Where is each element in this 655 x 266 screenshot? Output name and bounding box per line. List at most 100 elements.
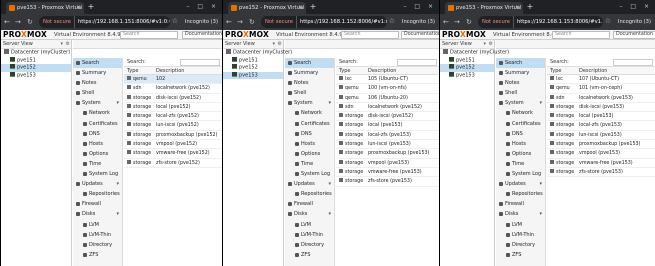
reload-icon[interactable]: ↻: [466, 18, 472, 26]
browser-tab[interactable]: pve152 - Proxmox Virtual Enviro×: [228, 2, 306, 14]
menu-item-repositories[interactable]: Repositories: [285, 189, 334, 199]
menu-item-lvm[interactable]: LVM: [73, 220, 122, 230]
chevron-down-icon[interactable]: ▾: [328, 209, 331, 219]
back-icon[interactable]: ←: [4, 18, 10, 26]
forward-icon[interactable]: →: [454, 18, 460, 26]
not-secure-badge[interactable]: Not secure: [482, 16, 514, 28]
column-header-description[interactable]: Description: [579, 67, 607, 75]
url-field[interactable]: Not secure https://192.168.1.151:8006/#v1…: [39, 16, 170, 28]
table-row[interactable]: qemu 100 (vm-on-nfs): [336, 84, 439, 94]
menu-item-disks[interactable]: Disks ▾: [73, 209, 122, 219]
menu-item-directory[interactable]: Directory: [496, 240, 545, 250]
menu-item-dns[interactable]: DNS: [73, 129, 122, 139]
table-row[interactable]: storage disk-iscsi (pve152): [336, 112, 439, 122]
not-secure-badge[interactable]: Not secure: [265, 16, 297, 28]
menu-item-notes[interactable]: Notes: [285, 78, 334, 88]
column-header-type[interactable]: Type: [127, 67, 138, 75]
menu-item-zfs[interactable]: ZFS: [73, 250, 122, 260]
menu-item-options[interactable]: Options: [496, 149, 545, 159]
menu-item-network[interactable]: Network: [285, 108, 334, 118]
menu-item-certificates[interactable]: Certificates: [496, 119, 545, 129]
tab-close-icon[interactable]: ×: [515, 2, 520, 14]
table-row[interactable]: storage proxmoxbackup (pve152): [124, 131, 222, 141]
bookmark-star-icon[interactable]: ☆: [389, 17, 395, 25]
table-row[interactable]: storage local (pve153): [547, 112, 655, 122]
menu-item-time[interactable]: Time: [496, 159, 545, 169]
chevron-down-icon[interactable]: ▾: [328, 98, 331, 108]
documentation-button[interactable]: Documentation: [401, 31, 439, 39]
menu-item-network[interactable]: Network: [73, 108, 122, 118]
table-row[interactable]: lxc 105 (Ubuntu-CT): [336, 75, 439, 85]
table-row[interactable]: storage lun-iscsi (pve153): [547, 131, 655, 141]
table-row[interactable]: storage local (pve152): [124, 103, 222, 113]
tree-item-node[interactable]: pve153: [223, 71, 283, 79]
table-row[interactable]: storage proxmoxbackup (pve153): [336, 149, 439, 159]
menu-item-options[interactable]: Options: [73, 149, 122, 159]
menu-item-zfs[interactable]: ZFS: [496, 250, 545, 260]
menu-item-notes[interactable]: Notes: [73, 78, 122, 88]
menu-item-time[interactable]: Time: [285, 159, 334, 169]
new-tab-icon[interactable]: +: [526, 3, 534, 11]
table-row[interactable]: storage disk-iscsi (pve153): [547, 103, 655, 113]
bookmark-star-icon[interactable]: ☆: [172, 17, 178, 25]
tree-item-node[interactable]: pve152: [223, 64, 283, 72]
chevron-down-icon[interactable]: ▾: [116, 179, 119, 189]
menu-item-repositories[interactable]: Repositories: [496, 189, 545, 199]
menu-item-lvm[interactable]: LVM: [496, 220, 545, 230]
menu-item-lvm-thin[interactable]: LVM-Thin: [73, 230, 122, 240]
column-header-type[interactable]: Type: [339, 67, 350, 75]
back-icon[interactable]: ←: [226, 18, 232, 26]
menu-item-network[interactable]: Network: [496, 108, 545, 118]
chevron-down-icon[interactable]: ▾: [272, 40, 275, 49]
menu-item-shell[interactable]: Shell: [73, 88, 122, 98]
menu-item-time[interactable]: Time: [73, 159, 122, 169]
menu-item-system[interactable]: System ▾: [285, 98, 334, 108]
menu-item-hosts[interactable]: Hosts: [73, 139, 122, 149]
menu-item-certificates[interactable]: Certificates: [285, 119, 334, 129]
menu-item-repositories[interactable]: Repositories: [73, 189, 122, 199]
menu-item-directory[interactable]: Directory: [285, 240, 334, 250]
table-row[interactable]: storage zfs-store (pve152): [124, 159, 222, 168]
reload-icon[interactable]: ↻: [27, 18, 33, 26]
bookmark-star-icon[interactable]: ☆: [605, 17, 611, 25]
menu-item-updates[interactable]: Updates ▾: [285, 179, 334, 189]
menu-item-disks[interactable]: Disks ▾: [496, 209, 545, 219]
table-row[interactable]: storage local-zfs (pve153): [336, 131, 439, 141]
tree-item-node[interactable]: pve151: [440, 56, 494, 65]
server-view-select[interactable]: Server View ▾ ⚙: [223, 40, 283, 49]
menu-item-lvm[interactable]: LVM: [285, 220, 334, 230]
table-row[interactable]: storage local-zfs (pve152): [124, 112, 222, 122]
menu-item-disks[interactable]: Disks ▾: [285, 209, 334, 219]
search-input[interactable]: [180, 59, 220, 66]
table-row[interactable]: storage local-zfs (pve153): [547, 121, 655, 131]
global-search-input[interactable]: Search: [120, 31, 178, 39]
server-view-select[interactable]: Server View ▾ ⚙: [1, 40, 71, 49]
menu-item-shell[interactable]: Shell: [285, 88, 334, 98]
menu-item-search[interactable]: Search: [73, 58, 122, 69]
back-icon[interactable]: ←: [443, 18, 449, 26]
menu-item-hosts[interactable]: Hosts: [285, 139, 334, 149]
menu-item-firewall[interactable]: Firewall: [73, 199, 122, 209]
menu-item-options[interactable]: Options: [285, 149, 334, 159]
gear-icon[interactable]: ⚙: [66, 40, 70, 49]
tree-item-node[interactable]: pve152: [440, 64, 494, 72]
chevron-down-icon[interactable]: ▾: [539, 179, 542, 189]
menu-item-search[interactable]: Search: [285, 58, 334, 69]
column-header-type[interactable]: Type: [550, 67, 561, 75]
chevron-down-icon[interactable]: ▾: [328, 179, 331, 189]
chevron-down-icon[interactable]: ▾: [539, 209, 542, 219]
tree-item-datacenter[interactable]: Datacenter (myCluster): [1, 49, 71, 57]
table-row[interactable]: qemu 106 (Ubuntu-20): [336, 94, 439, 103]
table-row[interactable]: storage vmware-free (pve152): [124, 149, 222, 159]
global-search-input[interactable]: Search: [552, 31, 610, 39]
menu-item-dns[interactable]: DNS: [285, 129, 334, 139]
menu-item-system[interactable]: System ▾: [496, 98, 545, 108]
tree-item-node[interactable]: pve152: [1, 64, 71, 72]
menu-item-notes[interactable]: Notes: [496, 78, 545, 88]
gear-icon[interactable]: ⚙: [278, 40, 282, 49]
tab-close-icon[interactable]: ×: [298, 2, 303, 14]
chevron-down-icon[interactable]: ▾: [539, 98, 542, 108]
table-row[interactable]: sdn localnetwork (pve152): [124, 84, 222, 94]
menu-item-system-log[interactable]: System Log: [73, 169, 122, 179]
table-row[interactable]: lxc 107 (Ubuntu-CT): [547, 75, 655, 85]
